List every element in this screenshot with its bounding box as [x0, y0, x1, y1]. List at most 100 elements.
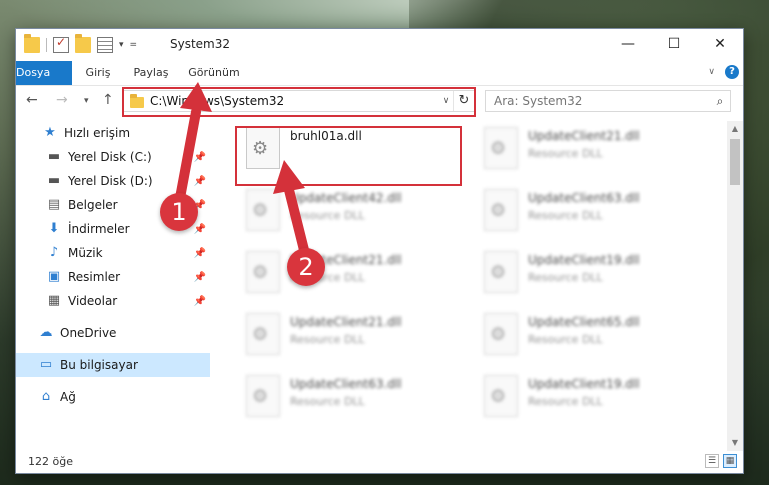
- help-icon[interactable]: ?: [725, 65, 739, 79]
- window-controls: — ☐ ✕: [605, 29, 743, 59]
- expand-ribbon-chevron-down-icon[interactable]: ∨: [708, 67, 715, 77]
- forward-arrow-icon[interactable]: →: [56, 92, 68, 108]
- new-folder-icon[interactable]: [75, 34, 91, 53]
- sidebar-item-videos[interactable]: ▦ Videolar 📌: [16, 289, 210, 313]
- sidebar-item-label: İndirmeler: [68, 222, 130, 236]
- file-item[interactable]: UpdateClient63.dll Resource DLL: [238, 369, 458, 425]
- file-name: UpdateClient63.dll: [528, 191, 640, 205]
- window-title: System32: [170, 37, 231, 51]
- file-item[interactable]: UpdateClient42.dll Resource DLL: [238, 183, 458, 239]
- ribbon-right-controls: ∨ ?: [708, 65, 739, 79]
- tab-file[interactable]: Dosya: [16, 61, 72, 85]
- quick-access-toolbar: ▾ =: [24, 34, 138, 53]
- dll-file-icon: [246, 251, 280, 293]
- address-highlight-box: [122, 87, 476, 117]
- sidebar-item-label: Ağ: [60, 390, 76, 404]
- sidebar-item-local-disk-d[interactable]: ▬ Yerel Disk (D:) 📌: [16, 169, 210, 193]
- file-name: UpdateClient65.dll: [528, 315, 640, 329]
- file-item[interactable]: UpdateClient21.dll Resource DLL: [238, 245, 458, 301]
- recent-locations-chevron-down-icon[interactable]: ▾: [84, 96, 89, 106]
- file-item[interactable]: UpdateClient21.dll Resource DLL: [476, 121, 696, 177]
- dll-file-icon: [484, 189, 518, 231]
- videos-icon: ▦: [47, 293, 61, 308]
- step-badge-2: 2: [287, 248, 325, 286]
- scroll-up-icon[interactable]: ▲: [727, 121, 743, 137]
- dll-file-icon: [246, 189, 280, 231]
- sidebar-item-onedrive[interactable]: ☁ OneDrive: [16, 321, 210, 345]
- pin-icon[interactable]: 📌: [194, 152, 206, 163]
- file-item[interactable]: UpdateClient21.dll Resource DLL: [238, 307, 458, 363]
- sidebar-item-pictures[interactable]: ▣ Resimler 📌: [16, 265, 210, 289]
- file-type: Resource DLL: [528, 147, 603, 160]
- tab-share[interactable]: Paylaş: [128, 61, 174, 85]
- pin-icon[interactable]: 📌: [194, 296, 206, 307]
- title-bar: ▾ = System32 — ☐ ✕: [16, 29, 743, 61]
- sidebar-item-music[interactable]: ♪ Müzik 📌: [16, 241, 210, 265]
- close-button[interactable]: ✕: [697, 29, 743, 59]
- file-name: UpdateClient19.dll: [528, 253, 640, 267]
- file-name: UpdateClient63.dll: [290, 377, 402, 391]
- tiles-view-icon[interactable]: ▦: [723, 454, 737, 468]
- sidebar-item-quick-access[interactable]: ★ Hızlı erişim: [16, 121, 210, 145]
- sidebar-item-label: Hızlı erişim: [64, 126, 131, 140]
- back-arrow-icon[interactable]: ←: [26, 92, 38, 108]
- file-name: UpdateClient19.dll: [528, 377, 640, 391]
- details-view-icon[interactable]: ☰: [705, 454, 719, 468]
- sidebar-item-label: Yerel Disk (D:): [68, 174, 153, 188]
- properties-check-icon[interactable]: [53, 35, 69, 53]
- dll-file-icon: [246, 375, 280, 417]
- sidebar-item-label: OneDrive: [60, 326, 117, 340]
- customize-toolbar-chevron-down-icon[interactable]: ▾: [119, 40, 124, 50]
- pin-icon[interactable]: 📌: [194, 176, 206, 187]
- toolbar-overflow-icon[interactable]: =: [130, 40, 138, 50]
- vertical-scrollbar[interactable]: ▲ ▼: [727, 121, 743, 451]
- pin-icon[interactable]: 📌: [194, 248, 206, 259]
- computer-icon: ▭: [39, 357, 53, 372]
- file-item[interactable]: UpdateClient65.dll Resource DLL: [476, 307, 696, 363]
- disk-icon: ▬: [47, 149, 61, 164]
- maximize-button[interactable]: ☐: [651, 29, 697, 59]
- search-box[interactable]: ⌕: [485, 90, 731, 112]
- navigation-pane: ★ Hızlı erişim ▬ Yerel Disk (C:) 📌 ▬ Yer…: [16, 121, 210, 451]
- file-item[interactable]: UpdateClient63.dll Resource DLL: [476, 183, 696, 239]
- file-item[interactable]: UpdateClient19.dll Resource DLL: [476, 369, 696, 425]
- disk-icon: ▬: [47, 173, 61, 188]
- tab-view[interactable]: Görünüm: [184, 61, 244, 85]
- dll-file-icon: [484, 251, 518, 293]
- file-type: Resource DLL: [528, 271, 603, 284]
- network-icon: ⌂: [41, 389, 51, 404]
- scroll-down-icon[interactable]: ▼: [727, 435, 743, 451]
- sidebar-item-this-pc[interactable]: ▭ Bu bilgisayar: [16, 353, 210, 377]
- item-count: 122 öğe: [28, 455, 73, 468]
- file-name: UpdateClient42.dll: [290, 191, 402, 205]
- step-badge-1: 1: [160, 193, 198, 231]
- tab-home[interactable]: Giriş: [78, 61, 118, 85]
- file-type: Resource DLL: [528, 209, 603, 222]
- file-highlight-box: [235, 126, 462, 186]
- star-icon: ★: [44, 125, 56, 140]
- sidebar-item-label: Müzik: [68, 246, 103, 260]
- dll-file-icon: [484, 313, 518, 355]
- file-name: UpdateClient21.dll: [528, 129, 640, 143]
- sidebar-item-network[interactable]: ⌂ Ağ: [16, 385, 210, 409]
- sidebar-item-label: Belgeler: [68, 198, 118, 212]
- pin-icon[interactable]: 📌: [194, 224, 206, 235]
- music-icon: ♪: [49, 245, 59, 260]
- sidebar-item-label: Bu bilgisayar: [60, 358, 138, 372]
- documents-icon: ▤: [47, 197, 61, 212]
- sidebar-item-label: Resimler: [68, 270, 121, 284]
- ribbon: Dosya Giriş Paylaş Görünüm ∨ ?: [16, 61, 743, 86]
- download-icon: ⬇: [48, 221, 60, 236]
- search-input[interactable]: [492, 93, 710, 109]
- dll-file-icon: [484, 375, 518, 417]
- file-type: Resource DLL: [290, 209, 365, 222]
- file-item[interactable]: UpdateClient19.dll Resource DLL: [476, 245, 696, 301]
- pin-icon[interactable]: 📌: [194, 272, 206, 283]
- sidebar-item-local-disk-c[interactable]: ▬ Yerel Disk (C:) 📌: [16, 145, 210, 169]
- minimize-button[interactable]: —: [605, 29, 651, 59]
- scroll-thumb[interactable]: [730, 139, 740, 185]
- properties-icon[interactable]: [97, 37, 113, 53]
- search-icon[interactable]: ⌕: [710, 94, 730, 109]
- up-arrow-icon[interactable]: ↑: [102, 92, 114, 108]
- view-switcher: ☰ ▦: [705, 454, 737, 468]
